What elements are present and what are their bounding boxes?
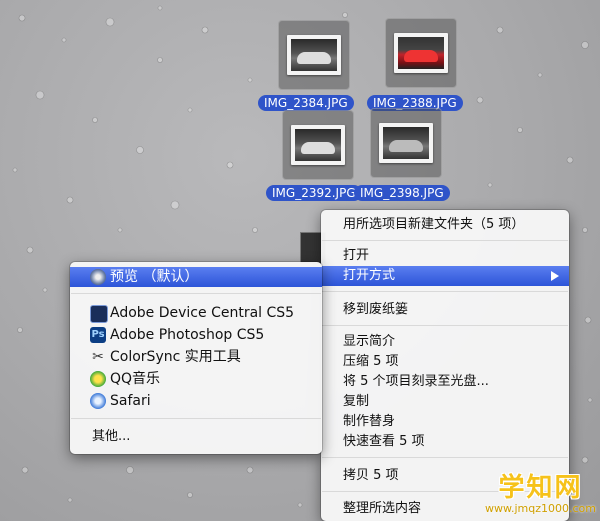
menu-item-open[interactable]: 打开	[321, 246, 569, 266]
site-watermark: 学知网 www.jmqz1000.com	[485, 467, 596, 515]
menu-item-quick-look[interactable]: 快速查看 5 项	[321, 432, 569, 452]
file-name-label: IMG_2384.JPG	[258, 95, 354, 111]
submenu-item-label: 预览 （默认）	[110, 269, 199, 285]
safari-icon	[90, 393, 106, 409]
menu-item-burn-to-disc[interactable]: 将 5 个项目刻录至光盘...	[321, 372, 569, 392]
submenu-item-label: Adobe Photoshop CS5	[110, 327, 265, 343]
file-name-label: IMG_2398.JPG	[354, 185, 450, 201]
menu-separator	[322, 240, 568, 241]
submenu-item-preview[interactable]: 预览 （默认）	[70, 267, 322, 287]
menu-separator	[322, 325, 568, 326]
photo-thumbnail-icon	[287, 35, 341, 75]
qq-music-icon	[90, 371, 106, 387]
open-with-submenu: 预览 （默认） Adobe Device Central CS5 Ps Adob…	[70, 262, 322, 454]
watermark-url: www.jmqz1000.com	[485, 502, 596, 515]
file-icon-frame	[385, 18, 457, 88]
menu-separator	[71, 293, 321, 294]
menu-item-open-with[interactable]: 打开方式	[321, 266, 569, 286]
submenu-item-qq-music[interactable]: QQ音乐	[70, 369, 322, 389]
menu-item-move-to-trash[interactable]: 移到废纸篓	[321, 300, 569, 320]
submenu-item-safari[interactable]: Safari	[70, 391, 322, 411]
submenu-item-label: ColorSync 实用工具	[110, 349, 241, 365]
preview-icon	[90, 269, 106, 285]
photo-thumbnail-icon	[379, 123, 433, 163]
file-icon-frame	[278, 20, 350, 90]
menu-separator	[322, 291, 568, 292]
file-icon-frame	[370, 108, 442, 178]
submenu-item-photoshop[interactable]: Ps Adobe Photoshop CS5	[70, 325, 322, 345]
submenu-item-label: QQ音乐	[110, 371, 161, 387]
adobe-device-central-icon	[90, 305, 108, 323]
menu-item-make-alias[interactable]: 制作替身	[321, 412, 569, 432]
file-name-label: IMG_2392.JPG	[266, 185, 362, 201]
submenu-item-colorsync[interactable]: ✂ ColorSync 实用工具	[70, 347, 322, 367]
menu-separator	[71, 418, 321, 419]
menu-item-duplicate[interactable]: 复制	[321, 392, 569, 412]
photoshop-icon: Ps	[90, 327, 106, 343]
submenu-item-other[interactable]: 其他...	[70, 427, 322, 447]
menu-item-get-info[interactable]: 显示简介	[321, 332, 569, 352]
colorsync-icon: ✂	[92, 349, 104, 365]
submenu-arrow-icon	[551, 271, 559, 281]
submenu-item-label: Safari	[110, 393, 151, 409]
menu-item-label: 打开方式	[343, 268, 396, 283]
menu-item-compress[interactable]: 压缩 5 项	[321, 352, 569, 372]
menu-separator	[322, 457, 568, 458]
submenu-item-label: Adobe Device Central CS5	[110, 305, 295, 321]
watermark-title: 学知网	[498, 473, 583, 503]
menu-item-new-folder-with-selection[interactable]: 用所选项目新建文件夹（5 项）	[321, 215, 569, 235]
photo-thumbnail-icon	[291, 125, 345, 165]
photo-thumbnail-icon	[394, 33, 448, 73]
file-icon-frame	[282, 110, 354, 180]
submenu-item-adobe-device-central[interactable]: Adobe Device Central CS5	[70, 303, 322, 323]
